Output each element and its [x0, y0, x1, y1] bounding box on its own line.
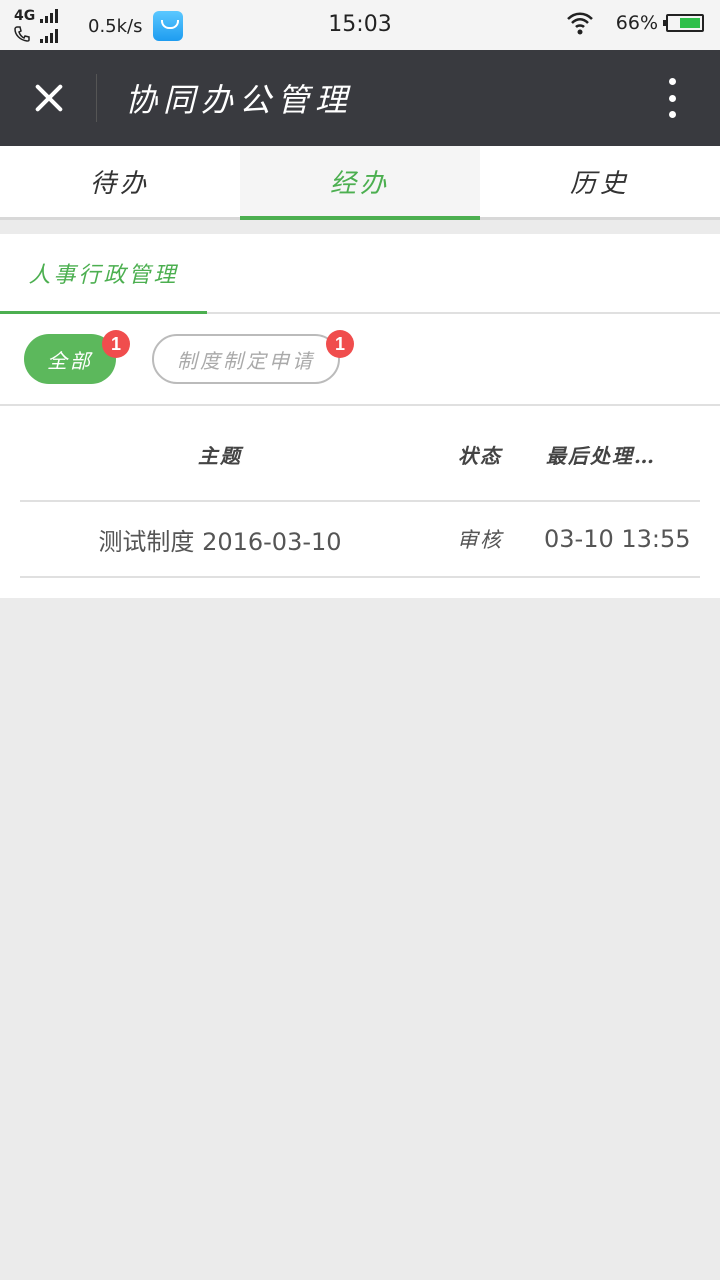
- row-last-processed: 03-10 13:55: [544, 525, 691, 553]
- row-subject: 测试制度 2016-03-10: [98, 527, 342, 556]
- header-last-processed: 最后处理…: [546, 443, 656, 468]
- status-bar: 4G 0.5k/s 15:03 66%: [0, 0, 720, 50]
- status-right: 66%: [566, 10, 704, 36]
- row-status: 审核: [457, 528, 503, 552]
- header-subject: 主题: [198, 443, 242, 468]
- category-tabs: 人事行政管理: [0, 234, 720, 314]
- table-header: 主题 状态 最后处理…: [20, 408, 700, 502]
- tab-history[interactable]: 历史: [480, 146, 720, 217]
- app-header: 协同办公管理: [0, 50, 720, 146]
- filter-chips: 全部 1 制度制定申请 1: [0, 314, 720, 406]
- header-divider: [96, 74, 97, 122]
- more-vertical-icon[interactable]: [660, 78, 684, 118]
- page-title: 协同办公管理: [125, 81, 354, 119]
- table-row[interactable]: 测试制度 2016-03-10 审核 03-10 13:55: [20, 502, 700, 578]
- battery-icon: [663, 14, 704, 32]
- main-tabs: 待办 经办 历史: [0, 146, 720, 220]
- filter-chip-rule-application[interactable]: 制度制定申请: [152, 334, 340, 384]
- battery-percent: 66%: [615, 12, 658, 34]
- wifi-icon: [566, 12, 593, 35]
- task-table: 主题 状态 最后处理… 测试制度 2016-03-10 审核 03-10 13:…: [20, 408, 700, 578]
- badge-count-all: 1: [102, 330, 130, 358]
- tab-todo[interactable]: 待办: [0, 146, 240, 217]
- battery-fill: [680, 18, 700, 28]
- close-icon[interactable]: [0, 50, 96, 146]
- tab-handled[interactable]: 经办: [240, 146, 480, 220]
- badge-count-rule: 1: [326, 330, 354, 358]
- category-tab-hr-admin[interactable]: 人事行政管理: [0, 234, 207, 314]
- header-status: 状态: [458, 443, 502, 468]
